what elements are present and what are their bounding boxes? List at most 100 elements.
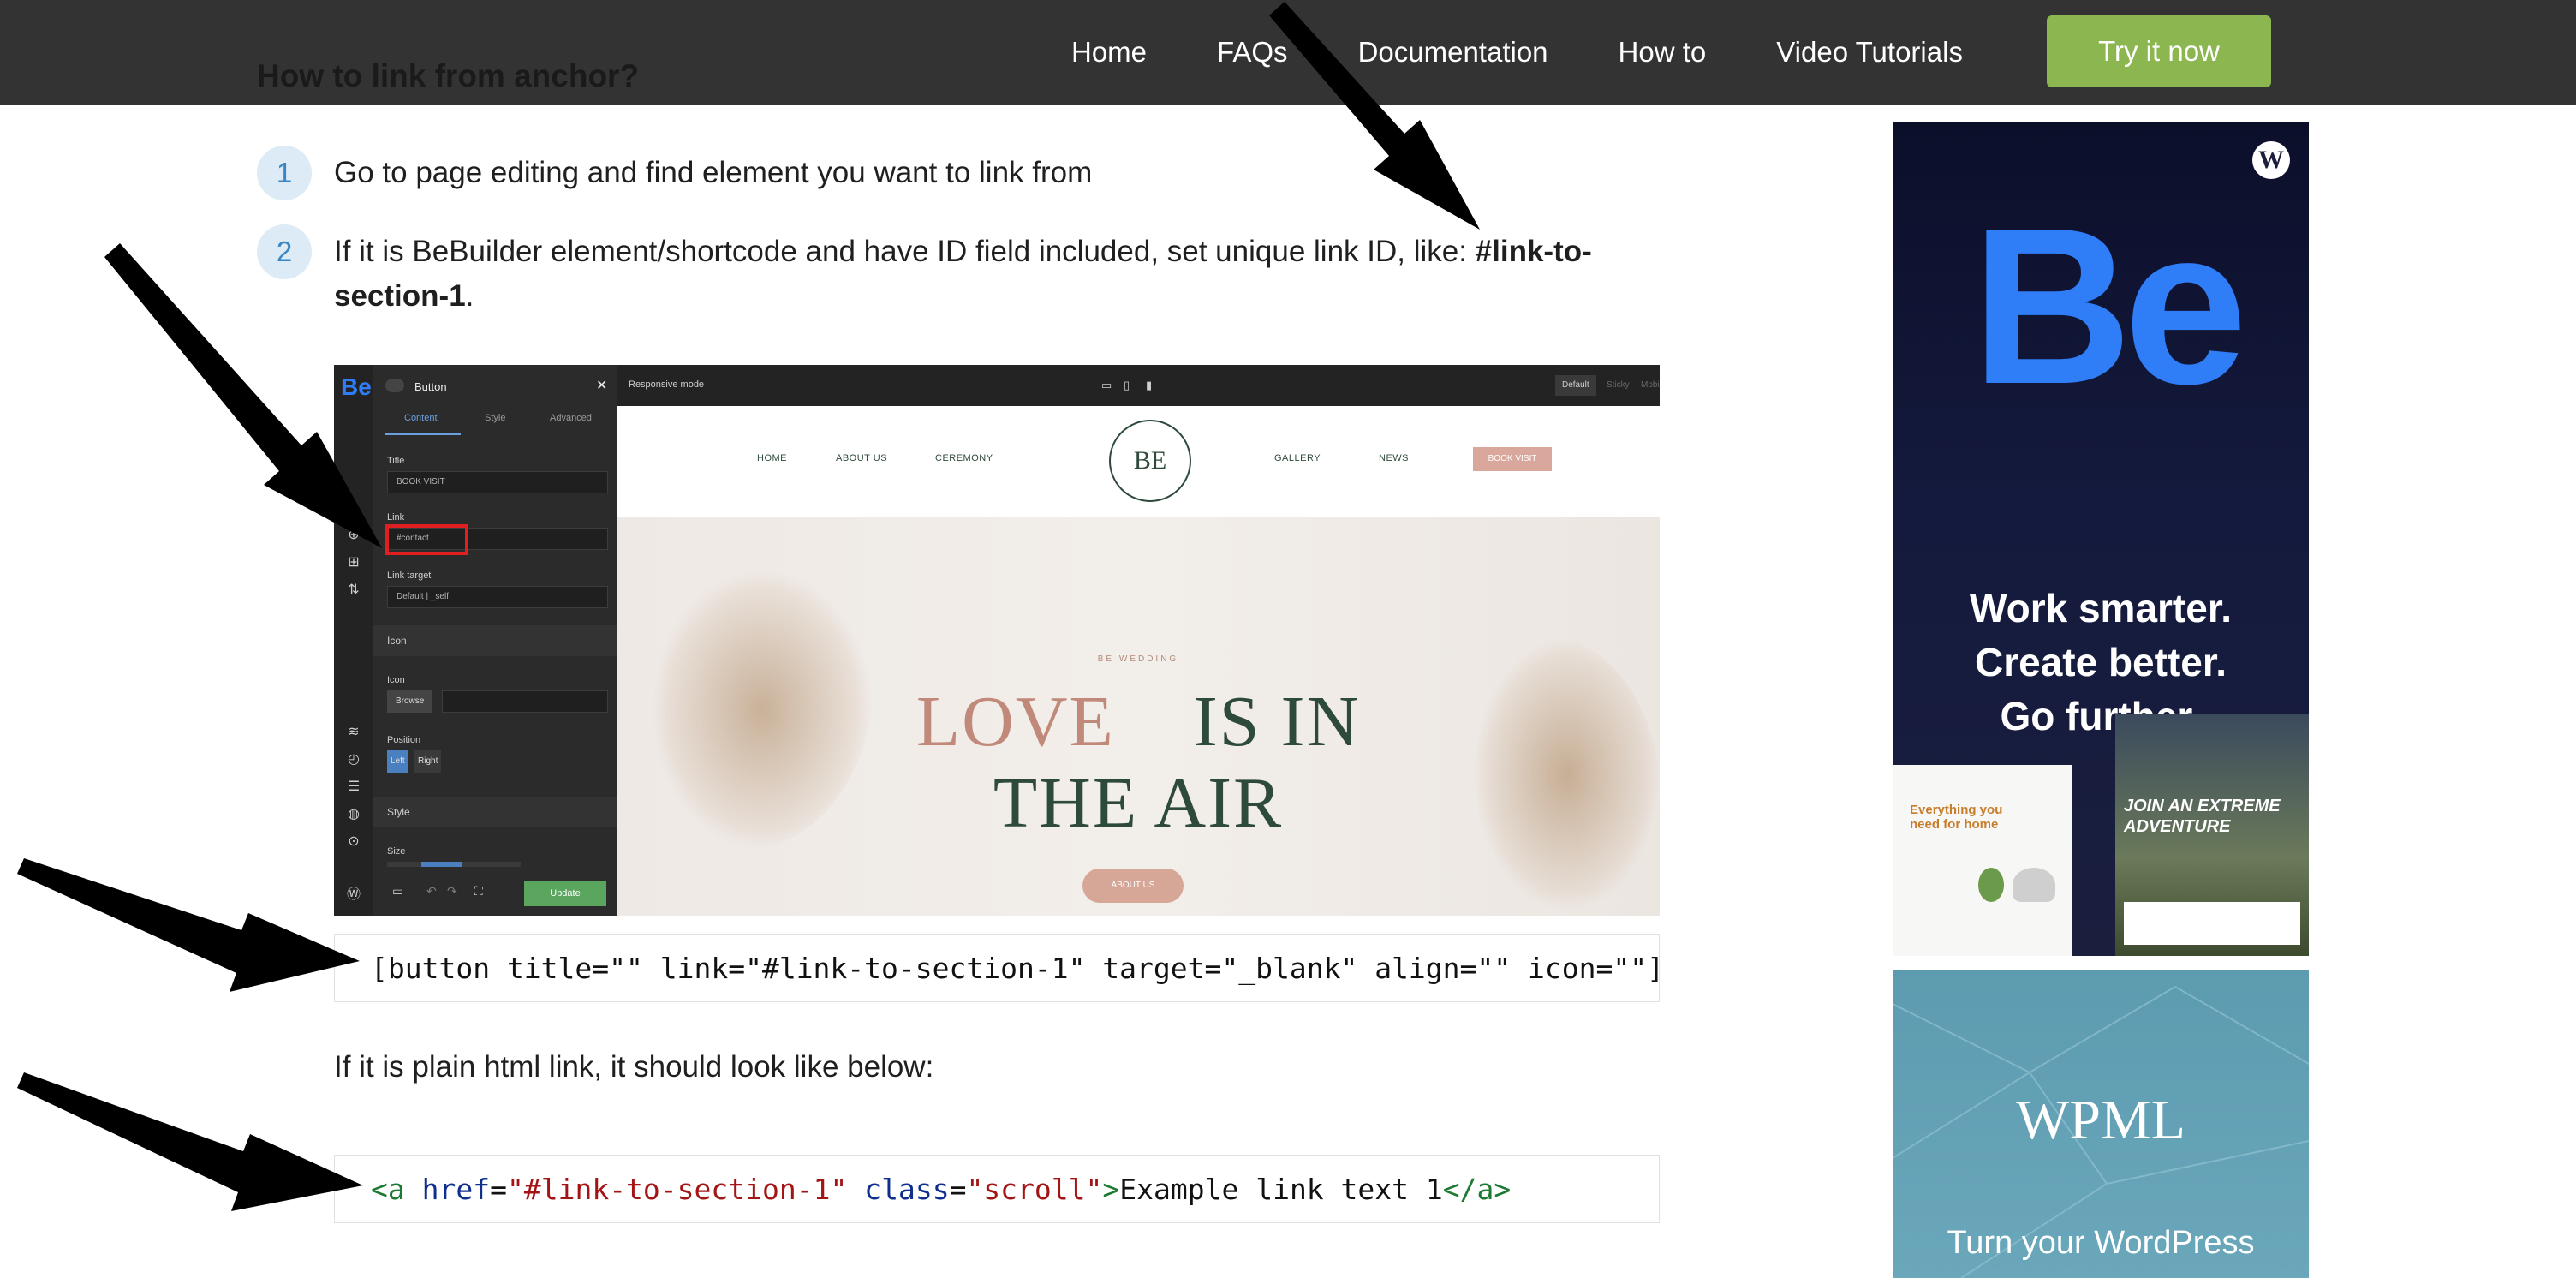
ad-shop-headline: Everything you need for home (1910, 803, 2003, 832)
site-nav-news[interactable]: NEWS (1379, 453, 1409, 463)
size-label: Size (387, 846, 406, 857)
editor-topbar: Responsive mode ▭ ▯ ▮ Default Sticky Mob… (617, 365, 1660, 406)
close-icon[interactable]: ✕ (596, 377, 607, 394)
step-2: 2 If it is BeBuilder element/shortcode a… (257, 224, 1619, 319)
browse-button[interactable]: Browse (387, 690, 433, 713)
position-label: Position (387, 735, 421, 745)
try-it-now-button[interactable]: Try it now (2047, 15, 2271, 87)
site-nav-ceremony[interactable]: CEREMONY (935, 453, 993, 463)
mode-default[interactable]: Default (1555, 375, 1596, 396)
ad-demo-shop-thumbnail: Everything you need for home (1893, 765, 2072, 956)
plain-html-note: If it is plain html link, it should look… (334, 1050, 934, 1084)
nav-item-documentation[interactable]: Documentation (1358, 36, 1548, 69)
icon-input[interactable] (442, 690, 608, 713)
icon-section-header[interactable]: Icon (373, 625, 617, 656)
link-field-highlight (385, 524, 468, 555)
wpml-subtitle: Turn your WordPress (1947, 1225, 2255, 1261)
hero-kicker: BE WEDDING (1097, 654, 1179, 664)
site-nav-gallery[interactable]: GALLERY (1274, 453, 1321, 463)
plant-illustration (1978, 868, 2004, 902)
update-button[interactable]: Update (524, 881, 606, 906)
step-1: 1 Go to page editing and find element yo… (257, 146, 1704, 200)
wordpress-icon: W (2252, 141, 2290, 179)
arrow-icon (17, 1072, 363, 1211)
tab-style[interactable]: Style (485, 413, 505, 423)
code-class-value: "scroll" (966, 1172, 1103, 1206)
responsive-mode-label: Responsive mode (629, 379, 705, 390)
style-section-header[interactable]: Style (373, 797, 617, 827)
editor-left-rail: Be ⊕ ⊞ ⇅ ≋ ◴ ☰ ◍ ⊙ Ⓦ (334, 365, 373, 916)
redo-icon[interactable]: ↷ (447, 884, 457, 899)
site-nav-home[interactable]: HOME (757, 453, 787, 463)
step-number-badge: 2 (257, 224, 312, 279)
size-slider-fill (421, 862, 462, 867)
code-eq: = (490, 1172, 507, 1206)
device-preview-icon[interactable]: ▭ (392, 884, 403, 899)
hero-love: LOVE (915, 682, 1115, 761)
code-open-tag: <a (371, 1172, 405, 1206)
be-ad-logo: Be (1971, 182, 2247, 431)
shortcode-example: [button title="" link="#link-to-section-… (334, 934, 1664, 1002)
undo-icon[interactable]: ↶ (426, 884, 437, 899)
wordpress-icon: Ⓦ (346, 887, 361, 902)
hero-title-line-2: THE AIR (993, 763, 1284, 843)
desktop-view-icon[interactable]: ▭ (1101, 379, 1112, 392)
position-right-button[interactable]: Right (414, 750, 442, 773)
fullscreen-icon[interactable]: ⛶ (474, 884, 483, 899)
preview-hero: BE WEDDING LOVE IS IN THE AIR ABOUT US (617, 517, 1660, 916)
link-label: Link (387, 512, 405, 523)
code-attr-class: class (864, 1172, 950, 1206)
code-eq: = (949, 1172, 967, 1206)
betheme-ad-banner[interactable]: W Be Work smarter. Create better. Go fur… (1893, 122, 2309, 956)
nav-item-faqs[interactable]: FAQs (1217, 36, 1288, 69)
mode-mobile[interactable]: Mobile (1634, 375, 1660, 396)
options-icon: ⊙ (348, 834, 360, 849)
ad-bike-cards (2124, 902, 2300, 945)
element-settings-panel: Button ✕ Content Style Advanced Title BO… (373, 365, 617, 916)
history-icon: ◴ (348, 752, 360, 767)
site-nav-about[interactable]: ABOUT US (836, 453, 887, 463)
code-tag-close: > (1102, 1172, 1120, 1206)
mode-sticky[interactable]: Sticky (1600, 375, 1637, 396)
layers-icon: ≋ (348, 725, 360, 739)
code-link-text: Example link text 1 (1119, 1172, 1443, 1206)
settings-sliders-icon: ☰ (347, 779, 361, 794)
sort-icon: ⇅ (348, 582, 360, 597)
wpml-logo: WPML (2016, 1089, 2185, 1151)
add-icon: ⊕ (348, 528, 360, 542)
tab-advanced[interactable]: Advanced (550, 413, 592, 423)
link-target-label: Link target (387, 570, 432, 581)
position-left-button[interactable]: Left (387, 750, 408, 773)
step-text: Go to page editing and find element you … (334, 156, 1093, 189)
code-href-value: "#link-to-section-1" (506, 1172, 848, 1206)
layout-icon: ⊞ (348, 555, 360, 570)
tab-content[interactable]: Content (404, 413, 438, 423)
arrow-icon (17, 858, 360, 992)
ad-demo-bike-thumbnail: JOIN AN EXTREME ADVENTURE (2115, 714, 2309, 956)
main-nav: Home FAQs Documentation How to Video Tut… (1036, 0, 1998, 105)
nav-item-video-tutorials[interactable]: Video Tutorials (1776, 36, 1963, 69)
nav-item-home[interactable]: Home (1071, 36, 1147, 69)
site-logo: BE (1109, 420, 1191, 502)
kettle-illustration (2012, 868, 2055, 902)
title-input[interactable]: BOOK VISIT (387, 471, 608, 493)
shortcode-text: [button title="" link="#link-to-section-… (371, 951, 1664, 985)
active-tab-indicator (385, 433, 461, 435)
code-attr-href: href (421, 1172, 491, 1206)
panel-title: Button (414, 380, 447, 393)
site-book-visit-button[interactable]: BOOK VISIT (1473, 447, 1552, 471)
preview-site-header: HOME ABOUT US CEREMONY BE GALLERY NEWS B… (617, 406, 1660, 517)
mobile-view-icon[interactable]: ▮ (1146, 379, 1152, 392)
hero-title-line-1: LOVE IS IN (617, 680, 1660, 763)
html-link-example: <a href = "#link-to-section-1" class = "scro… (334, 1155, 1660, 1223)
link-target-select[interactable]: Default | _self (387, 586, 608, 608)
hero-about-button[interactable]: ABOUT US (1082, 869, 1184, 903)
step-text-main: If it is BeBuilder element/shortcode and… (334, 235, 1476, 268)
wpml-ad-banner[interactable]: WPML Turn your WordPress (1893, 970, 2309, 1278)
title-label: Title (387, 456, 405, 466)
be-logo: Be (341, 373, 372, 400)
page-heading: How to link from anchor? (257, 58, 640, 93)
tablet-view-icon[interactable]: ▯ (1124, 379, 1130, 392)
globe-icon: ◍ (348, 807, 360, 821)
nav-item-how-to[interactable]: How to (1619, 36, 1707, 69)
